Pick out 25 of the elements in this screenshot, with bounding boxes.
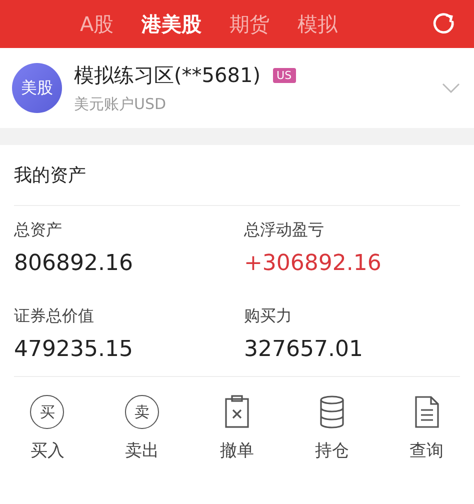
- stat-label: 总浮动盈亏: [244, 220, 325, 241]
- stat-label: 证券总价值: [14, 306, 95, 327]
- stat-label: 购买力: [244, 306, 293, 327]
- avatar: 美股: [12, 63, 62, 113]
- action-button[interactable]: 撤单: [202, 393, 272, 462]
- action-button[interactable]: 买 买入: [12, 393, 82, 462]
- circle-icon: 买: [30, 395, 64, 429]
- tab[interactable]: 港美股: [142, 10, 202, 38]
- stat-value: +306892.16: [244, 251, 382, 276]
- market-badge: US: [272, 68, 296, 83]
- cancel-clipboard-icon: [224, 395, 250, 429]
- section-title: 我的资产: [14, 164, 86, 187]
- document-icon: [414, 395, 440, 429]
- stat-label: 总资产: [14, 220, 63, 241]
- account-title: 模拟练习区(**5681): [74, 62, 261, 89]
- stat-value: 479235.15: [14, 337, 134, 362]
- action-button[interactable]: 查询: [392, 393, 462, 462]
- database-icon: [318, 395, 345, 429]
- stat-value: 806892.16: [14, 251, 134, 276]
- account-subtitle: 美元账户USD: [74, 95, 168, 114]
- stat-value: 327657.01: [244, 337, 364, 362]
- action-button[interactable]: 持仓: [296, 393, 367, 462]
- action-button[interactable]: 卖 卖出: [107, 393, 178, 462]
- refresh-icon[interactable]: [432, 12, 456, 36]
- circle-icon: 卖: [125, 395, 160, 429]
